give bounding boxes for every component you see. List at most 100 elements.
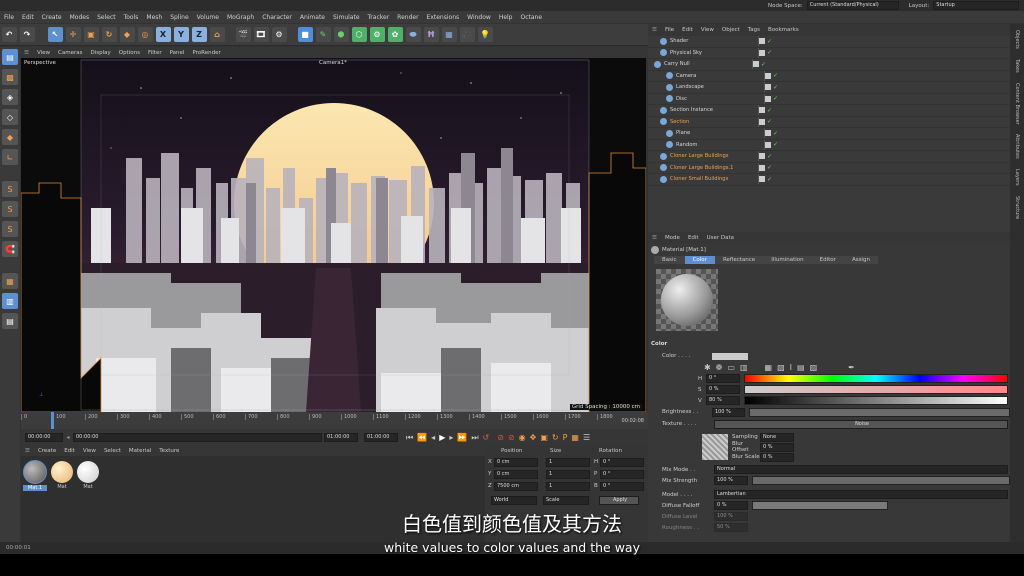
viewport-menu-options[interactable]: Options: [119, 50, 140, 56]
tab-basic[interactable]: Basic: [654, 256, 685, 264]
model-select[interactable]: Lambertian: [714, 490, 1008, 499]
menu-edit[interactable]: Edit: [22, 14, 34, 21]
snap-icon-3[interactable]: S: [2, 221, 18, 237]
hsv-channel-field[interactable]: 0 %: [706, 385, 740, 394]
floor-icon[interactable]: ▦: [441, 27, 457, 42]
size-field[interactable]: 1: [546, 481, 590, 491]
enabled-check-icon[interactable]: ✓: [767, 176, 775, 183]
preview-start-field[interactable]: 00:00:00: [73, 433, 322, 442]
menu-mograph[interactable]: MoGraph: [227, 14, 254, 21]
menu-create[interactable]: Create: [42, 14, 62, 21]
object-menu-edit[interactable]: Edit: [682, 27, 693, 33]
camera-icon[interactable]: 🎥: [459, 27, 475, 42]
object-row[interactable]: Camera ✓: [648, 70, 1010, 82]
material-swatch-mat-b[interactable]: Mat: [77, 461, 99, 490]
next-frame-icon[interactable]: ▸: [449, 433, 453, 442]
viewport-menu-panel[interactable]: Panel: [170, 50, 185, 56]
visibility-toggle[interactable]: [759, 49, 765, 56]
color-image-icon[interactable]: ▭: [727, 363, 735, 372]
undo-icon[interactable]: ↶: [1, 27, 17, 42]
sampling-select[interactable]: None: [760, 432, 794, 442]
visibility-toggle[interactable]: [759, 118, 765, 125]
rotation-field[interactable]: 0 °: [600, 481, 644, 491]
object-menu-object[interactable]: Object: [722, 27, 740, 33]
extrude-icon[interactable]: ⬡: [351, 27, 367, 42]
visibility-toggle[interactable]: [759, 107, 765, 114]
tab-illumination[interactable]: Illumination: [763, 256, 812, 264]
rotation-field[interactable]: 0 °: [600, 457, 644, 467]
viewport-menu-prorender[interactable]: ProRender: [192, 50, 220, 56]
brightness-slider[interactable]: [748, 407, 1011, 417]
object-menu-tags[interactable]: Tags: [748, 27, 760, 33]
menu-extensions[interactable]: Extensions: [427, 14, 460, 21]
visibility-toggle[interactable]: [765, 72, 771, 79]
visibility-toggle[interactable]: [759, 153, 765, 160]
object-row[interactable]: Cloner Large Buildings ✓: [648, 151, 1010, 163]
timeline-ruler[interactable]: 0 100 200 300 400 500 600 700 800 900 1000 1100 1200…: [21, 412, 648, 429]
move-tool-icon[interactable]: ✛: [65, 27, 81, 42]
key-position-icon[interactable]: ✥: [530, 433, 537, 442]
loop-icon[interactable]: ↺: [483, 433, 490, 442]
attr-menu-mode[interactable]: Mode: [665, 235, 680, 241]
hsv-channel-slider[interactable]: [744, 396, 1008, 405]
menu-render[interactable]: Render: [397, 14, 418, 21]
magnet-icon[interactable]: 🧲: [2, 241, 18, 257]
edges-mode-icon[interactable]: ◇: [2, 109, 18, 125]
rotate-tool-icon[interactable]: ↻: [101, 27, 117, 42]
key-scale-icon[interactable]: ▣: [540, 433, 548, 442]
recent-tool-icon[interactable]: ◆: [119, 27, 135, 42]
visibility-toggle[interactable]: [753, 61, 759, 68]
cloner-icon[interactable]: ⚙: [369, 27, 385, 42]
side-tab-layers[interactable]: Layers: [1014, 165, 1020, 190]
material-menu-view[interactable]: View: [83, 448, 96, 454]
play-icon[interactable]: ▶: [439, 433, 445, 442]
visibility-toggle[interactable]: [765, 84, 771, 91]
size-field[interactable]: 1: [546, 469, 590, 479]
enabled-check-icon[interactable]: ✓: [767, 49, 775, 56]
viewport-menu-display[interactable]: Display: [90, 50, 110, 56]
blur-scale-field[interactable]: 0 %: [760, 452, 794, 462]
object-row[interactable]: Shader ✓: [648, 36, 1010, 48]
tab-color[interactable]: Color: [684, 256, 715, 264]
axis-mode-icon[interactable]: ∟: [2, 149, 18, 165]
goto-end-icon[interactable]: ⏭: [471, 433, 478, 443]
color-picker-wheel-icon[interactable]: ✱: [704, 363, 711, 372]
object-row[interactable]: Carry Null ✓: [648, 59, 1010, 71]
kelvin-mode-icon[interactable]: Ⅰ: [790, 363, 792, 372]
object-row[interactable]: Disc ✓: [648, 93, 1010, 105]
size-field[interactable]: 1: [546, 457, 590, 467]
object-menu-view[interactable]: View: [701, 27, 714, 33]
key-param-icon[interactable]: P: [563, 433, 568, 442]
menu-simulate[interactable]: Simulate: [333, 14, 360, 21]
enabled-check-icon[interactable]: ✓: [773, 95, 781, 102]
y-axis-icon[interactable]: Y: [173, 27, 189, 42]
visibility-toggle[interactable]: [759, 176, 765, 183]
workplane-icon[interactable]: ▦: [2, 273, 18, 289]
apply-button[interactable]: Apply: [599, 496, 639, 505]
hsv-channel-slider[interactable]: [744, 374, 1008, 383]
object-row[interactable]: Section Instance ✓: [648, 105, 1010, 117]
color-swatches-icon[interactable]: ▥: [740, 363, 748, 372]
side-tab-content-browser[interactable]: Content Browser: [1014, 79, 1020, 129]
visibility-toggle[interactable]: [765, 141, 771, 148]
goto-start-icon[interactable]: ⏮: [406, 433, 413, 443]
make-editable-icon[interactable]: ▤: [2, 49, 18, 65]
texture-mode-icon[interactable]: ▩: [2, 69, 18, 85]
coordinate-system-icon[interactable]: ⌂: [209, 27, 225, 42]
bend-icon[interactable]: Ħ: [423, 27, 439, 42]
tab-editor[interactable]: Editor: [811, 256, 844, 264]
scale-select[interactable]: Scale: [543, 496, 589, 505]
menu-volume[interactable]: Volume: [197, 14, 219, 21]
live-selection-icon[interactable]: ◎: [137, 27, 153, 42]
menu-spline[interactable]: Spline: [170, 14, 188, 21]
subdivision-icon[interactable]: ⬢: [333, 27, 349, 42]
menu-tracker[interactable]: Tracker: [368, 14, 390, 21]
menu-octane[interactable]: Octane: [521, 14, 543, 21]
blur-offset-field[interactable]: 0 %: [760, 442, 794, 452]
side-tab-objects[interactable]: Objects: [1014, 26, 1020, 53]
object-row[interactable]: Random ✓: [648, 139, 1010, 151]
mixer-mode-icon[interactable]: ▤: [797, 363, 805, 372]
snap-icon-1[interactable]: S: [2, 181, 18, 197]
material-swatch-mat1[interactable]: Mat.1: [23, 460, 47, 491]
scale-tool-icon[interactable]: ▣: [83, 27, 99, 42]
